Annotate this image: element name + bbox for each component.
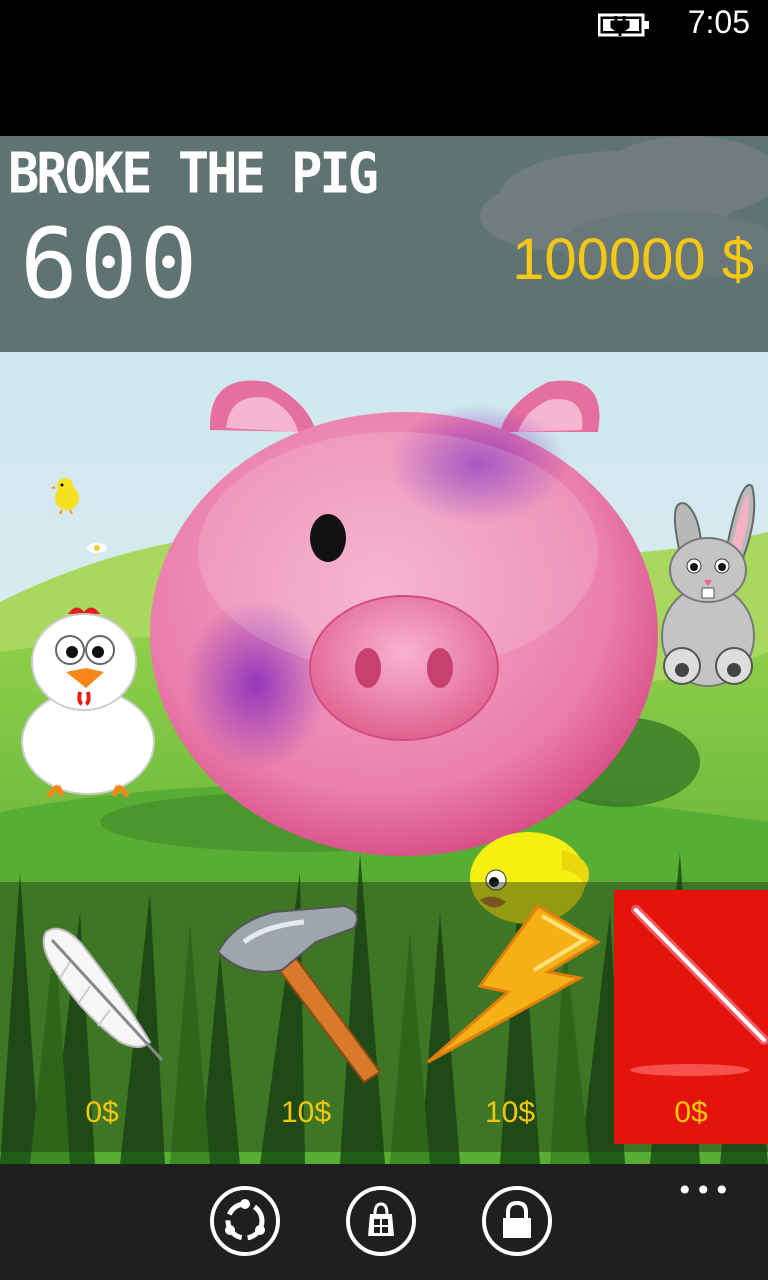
small-chick-icon bbox=[50, 478, 79, 514]
pig-icon[interactable] bbox=[148, 372, 660, 856]
tool-lightsaber[interactable]: 0$ bbox=[614, 890, 768, 1144]
score-counter: 600 bbox=[20, 208, 200, 320]
app-bar: ••• bbox=[0, 1164, 768, 1280]
lock-icon bbox=[503, 1200, 531, 1238]
battery-charging-icon bbox=[598, 13, 649, 37]
refresh-icon bbox=[225, 1199, 265, 1241]
tool-lightning[interactable]: 10$ bbox=[408, 882, 612, 1144]
lightsaber-icon bbox=[630, 905, 768, 1076]
more-options-button[interactable]: ••• bbox=[676, 1174, 732, 1207]
tool-price: 0$ bbox=[674, 1096, 708, 1129]
store-icon bbox=[368, 1202, 394, 1236]
tool-bar: 0$ 10$ 10$ 0$ bbox=[0, 882, 768, 1152]
hammer-icon bbox=[216, 904, 382, 1084]
tool-feather[interactable]: 0$ bbox=[0, 882, 204, 1144]
tool-price: 0$ bbox=[85, 1096, 119, 1129]
refresh-button[interactable] bbox=[210, 1186, 280, 1256]
status-spacer bbox=[0, 48, 768, 136]
store-button[interactable] bbox=[346, 1186, 416, 1256]
game-title: Broke the pig bbox=[8, 141, 379, 207]
chicken-icon[interactable] bbox=[18, 602, 158, 798]
bunny-icon[interactable] bbox=[656, 476, 762, 694]
tool-hammer[interactable]: 10$ bbox=[204, 882, 408, 1144]
money-counter: 100000 $ bbox=[512, 227, 754, 292]
lock-button[interactable] bbox=[482, 1186, 552, 1256]
tool-price: 10$ bbox=[484, 1096, 536, 1129]
lightning-icon bbox=[427, 904, 601, 1064]
daisy-icon bbox=[87, 543, 107, 553]
status-bar: 7:05 bbox=[0, 0, 768, 48]
tool-price: 10$ bbox=[280, 1096, 332, 1129]
feather-icon bbox=[42, 927, 164, 1062]
clock: 7:05 bbox=[687, 4, 750, 40]
